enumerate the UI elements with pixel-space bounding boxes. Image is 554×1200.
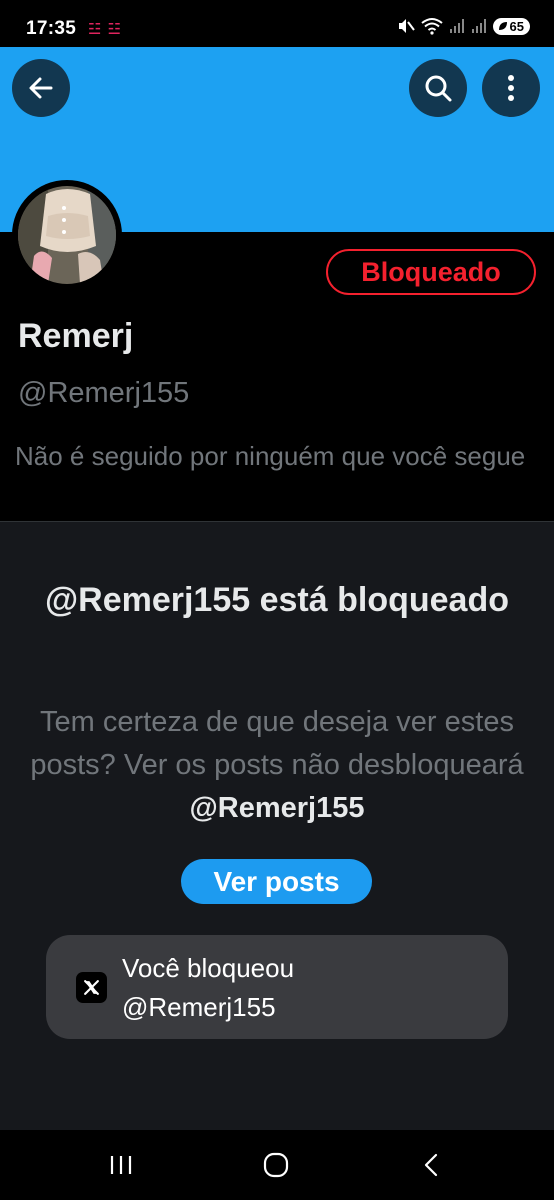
back-button[interactable] [12,59,70,117]
recent-apps-button[interactable] [101,1148,141,1182]
search-button[interactable] [409,59,467,117]
home-button[interactable] [256,1148,296,1182]
more-vertical-icon [508,75,514,101]
avatar-image [18,186,116,284]
more-options-button[interactable] [482,59,540,117]
mute-icon [398,19,415,33]
blocked-panel: @Remerj155 está bloqueado Tem certeza de… [0,521,554,1131]
toast-line-2: @Remerj155 [122,992,276,1022]
view-posts-button[interactable]: Ver posts [181,859,372,904]
avatar[interactable] [12,180,122,290]
battery-level: 65 [509,18,524,34]
toast-text: Você bloqueou @Remerj155 [122,949,294,1027]
x-logo-icon [76,972,107,1003]
status-bar: 17:35 ☳ ☳ 65 [0,0,554,47]
toast-line-1: Você bloqueou [122,953,295,983]
notification-icons: ☳ ☳ [88,21,123,38]
leaf-icon [498,22,507,30]
home-icon [263,1152,289,1178]
status-time: 17:35 [26,18,77,39]
system-back-button[interactable] [411,1148,451,1182]
blocked-button[interactable]: Bloqueado [326,249,536,295]
blocked-description-text: Tem certeza de que deseja ver estes post… [30,706,524,781]
battery-icon: 65 [492,17,530,35]
wifi-icon [420,18,443,35]
blocked-description-handle: @Remerj155 [189,792,365,824]
recent-apps-icon [110,1156,132,1174]
followers-note: Não é seguido por ninguém que você segue [15,441,526,471]
signal-icon [471,19,486,33]
blocked-title: @Remerj155 está bloqueado [45,581,509,619]
blocked-description: Tem certeza de que deseja ver estes post… [30,701,524,830]
search-icon [425,75,452,102]
blocked-toast: Você bloqueou @Remerj155 [46,935,508,1039]
profile-handle: @Remerj155 [18,377,190,409]
system-nav-bar [0,1130,554,1200]
status-icons: 65 [397,17,530,35]
back-icon [424,1153,438,1177]
signal-icon [449,19,464,33]
display-name: Remerj [18,317,134,355]
arrow-left-icon [29,77,53,99]
